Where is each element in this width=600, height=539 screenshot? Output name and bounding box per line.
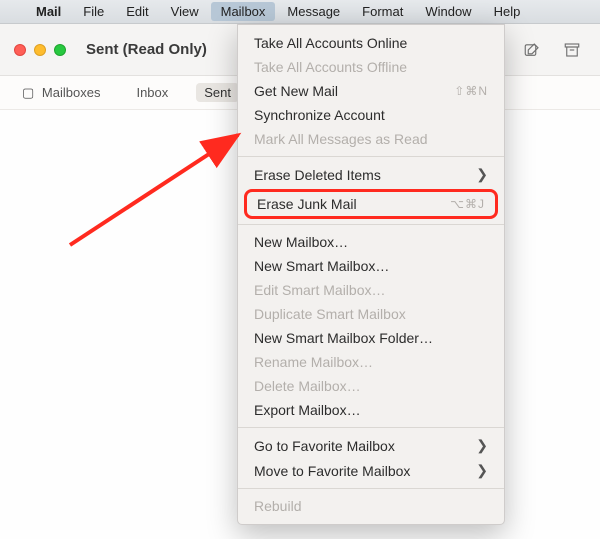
menu-item-label: New Smart Mailbox Folder… bbox=[254, 330, 433, 346]
menu-separator bbox=[238, 488, 504, 489]
menubar-item-format[interactable]: Format bbox=[352, 2, 413, 21]
menu-item-take-offline: Take All Accounts Offline bbox=[238, 55, 504, 79]
menubar-item-edit[interactable]: Edit bbox=[116, 2, 158, 21]
menu-item-new-smart-mailbox[interactable]: New Smart Mailbox… bbox=[238, 254, 504, 278]
menu-item-export-mailbox[interactable]: Export Mailbox… bbox=[238, 398, 504, 422]
favorites-mailboxes-label: Mailboxes bbox=[42, 85, 101, 100]
menubar-item-mail[interactable]: Mail bbox=[26, 2, 71, 21]
menu-item-rename-mailbox: Rename Mailbox… bbox=[238, 350, 504, 374]
menu-item-label: Move to Favorite Mailbox bbox=[254, 463, 410, 479]
menu-item-edit-smart-mailbox: Edit Smart Mailbox… bbox=[238, 278, 504, 302]
submenu-chevron-icon: ❯ bbox=[476, 437, 488, 454]
menu-item-label: Take All Accounts Offline bbox=[254, 59, 407, 75]
menu-item-sync-account[interactable]: Synchronize Account bbox=[238, 103, 504, 127]
menubar-item-file[interactable]: File bbox=[73, 2, 114, 21]
close-window-button[interactable] bbox=[14, 44, 26, 56]
menu-item-delete-mailbox: Delete Mailbox… bbox=[238, 374, 504, 398]
window-controls bbox=[14, 44, 66, 56]
favorites-mailboxes[interactable]: ▢ Mailboxes bbox=[14, 83, 108, 103]
menu-item-label: Delete Mailbox… bbox=[254, 378, 361, 394]
menu-item-label: Go to Favorite Mailbox bbox=[254, 438, 395, 454]
archive-icon[interactable] bbox=[558, 36, 586, 64]
menu-item-label: Take All Accounts Online bbox=[254, 35, 407, 51]
menu-item-mark-all-read: Mark All Messages as Read bbox=[238, 127, 504, 151]
zoom-window-button[interactable] bbox=[54, 44, 66, 56]
menu-item-new-smart-folder[interactable]: New Smart Mailbox Folder… bbox=[238, 326, 504, 350]
menu-item-label: Erase Junk Mail bbox=[257, 196, 357, 212]
system-menubar: Mail File Edit View Mailbox Message Form… bbox=[0, 0, 600, 24]
menubar-item-view[interactable]: View bbox=[161, 2, 209, 21]
menu-item-go-favorite[interactable]: Go to Favorite Mailbox ❯ bbox=[238, 433, 504, 458]
menu-item-label: Rebuild bbox=[254, 498, 301, 514]
menubar-item-help[interactable]: Help bbox=[484, 2, 531, 21]
submenu-chevron-icon: ❯ bbox=[476, 166, 488, 183]
compose-icon[interactable] bbox=[518, 36, 546, 64]
minimize-window-button[interactable] bbox=[34, 44, 46, 56]
submenu-chevron-icon: ❯ bbox=[476, 462, 488, 479]
menu-item-label: New Smart Mailbox… bbox=[254, 258, 389, 274]
menu-item-shortcut: ⇧⌘N bbox=[454, 84, 488, 98]
menu-item-label: Mark All Messages as Read bbox=[254, 131, 428, 147]
menu-item-move-favorite[interactable]: Move to Favorite Mailbox ❯ bbox=[238, 458, 504, 483]
menubar-item-window[interactable]: Window bbox=[415, 2, 481, 21]
menu-item-label: Duplicate Smart Mailbox bbox=[254, 306, 406, 322]
menu-separator bbox=[238, 224, 504, 225]
menu-item-rebuild: Rebuild bbox=[238, 494, 504, 518]
menu-item-take-online[interactable]: Take All Accounts Online bbox=[238, 31, 504, 55]
mailbox-dropdown-menu: Take All Accounts Online Take All Accoun… bbox=[237, 24, 505, 525]
highlight-annotation: Erase Junk Mail ⌥⌘J bbox=[244, 189, 498, 219]
menu-item-label: Erase Deleted Items bbox=[254, 167, 381, 183]
window-title: Sent (Read Only) bbox=[86, 41, 207, 58]
menu-item-label: Synchronize Account bbox=[254, 107, 385, 123]
menubar-item-mailbox[interactable]: Mailbox bbox=[211, 2, 276, 21]
menu-item-new-mailbox[interactable]: New Mailbox… bbox=[238, 230, 504, 254]
menu-item-label: Get New Mail bbox=[254, 83, 338, 99]
mailboxes-icon: ▢ bbox=[22, 85, 34, 100]
menu-item-label: New Mailbox… bbox=[254, 234, 348, 250]
menu-item-erase-junk[interactable]: Erase Junk Mail ⌥⌘J bbox=[247, 192, 495, 216]
menu-item-shortcut: ⌥⌘J bbox=[450, 197, 485, 211]
menu-item-label: Rename Mailbox… bbox=[254, 354, 373, 370]
menu-separator bbox=[238, 156, 504, 157]
favorites-item-inbox[interactable]: Inbox bbox=[128, 83, 176, 102]
menu-separator bbox=[238, 427, 504, 428]
favorites-item-sent[interactable]: Sent bbox=[196, 83, 239, 102]
menu-item-erase-deleted[interactable]: Erase Deleted Items ❯ bbox=[238, 162, 504, 187]
menu-item-get-new-mail[interactable]: Get New Mail ⇧⌘N bbox=[238, 79, 504, 103]
menubar-item-message[interactable]: Message bbox=[277, 2, 350, 21]
menu-item-duplicate-smart-mailbox: Duplicate Smart Mailbox bbox=[238, 302, 504, 326]
menu-item-label: Edit Smart Mailbox… bbox=[254, 282, 385, 298]
menu-item-label: Export Mailbox… bbox=[254, 402, 361, 418]
